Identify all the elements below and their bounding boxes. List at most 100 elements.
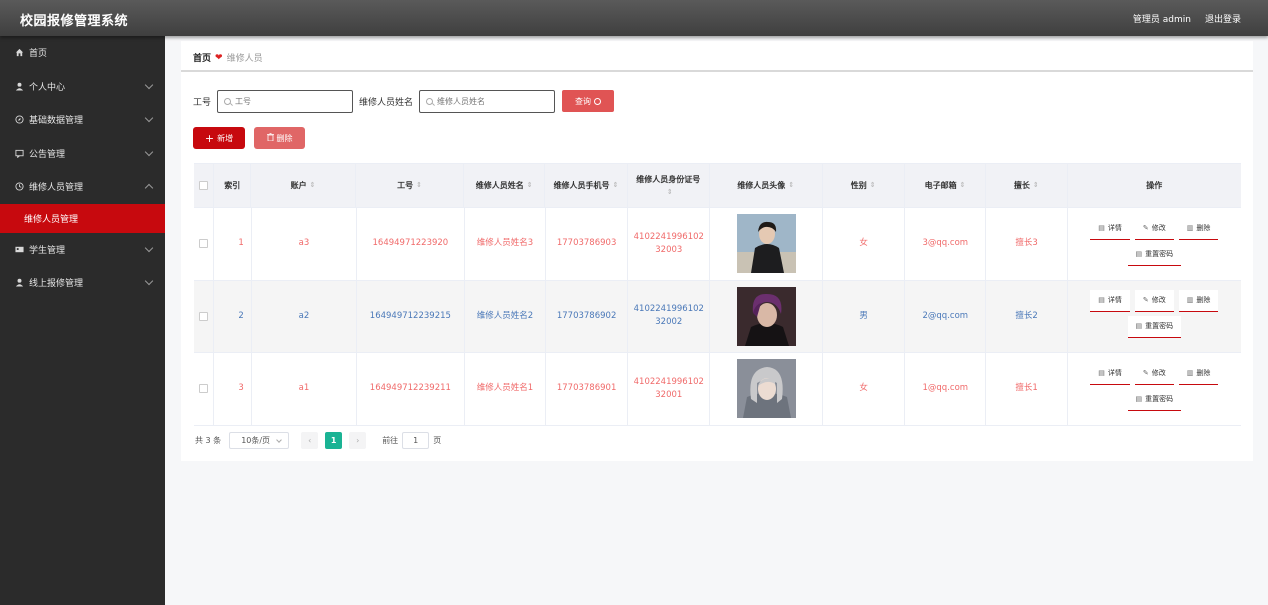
row-select-cell — [194, 280, 215, 352]
sidebar-item-online-repair[interactable]: 线上报修管理 — [0, 266, 165, 300]
user-icon — [14, 278, 24, 288]
sort-icon[interactable]: ⇕ — [870, 179, 876, 192]
cell-index: 1 — [214, 208, 252, 280]
sort-icon[interactable]: ⇕ — [667, 186, 673, 199]
next-page-button[interactable]: › — [349, 432, 367, 449]
detail-button[interactable]: ▤ 详情 — [1090, 217, 1130, 240]
message-icon — [14, 148, 24, 158]
cell-id-card: 410224199610232003 — [628, 208, 711, 280]
chevron-down-icon — [144, 147, 154, 156]
cell-name: 维修人员姓名2 — [465, 280, 547, 352]
sidebar: 首页 个人中心 基础数据管理 公告管理 维修人员管理 维修人员管理 学生管理 线… — [0, 36, 165, 605]
user-icon — [14, 81, 24, 91]
cell-phone: 17703786903 — [546, 208, 629, 280]
edit-button[interactable]: ✎ 修改 — [1134, 362, 1174, 385]
row-actions: ▤ 详情 ✎ 修改 ▥ 删除 ▤ 重置密码 — [1079, 290, 1229, 342]
delete-button[interactable]: ▥ 删除 — [1178, 290, 1219, 313]
employee-no-field[interactable] — [217, 89, 354, 113]
detail-button[interactable]: ▤ 详情 — [1090, 290, 1130, 313]
breadcrumb: 首页 ❤ 维修人员 — [193, 51, 263, 65]
app-title: 校园报修管理系统 — [20, 14, 129, 29]
edit-button[interactable]: ✎ 修改 — [1134, 290, 1174, 313]
column-header-id-card[interactable]: 维修人员身份证号 ⇕ — [628, 164, 710, 207]
chevron-down-icon — [144, 243, 154, 252]
sort-icon[interactable]: ⇕ — [960, 179, 966, 192]
column-header-label: 擅长 — [1013, 181, 1030, 190]
divider — [181, 70, 1253, 72]
column-header-email[interactable]: 电子邮箱 ⇕ — [905, 164, 987, 207]
sort-icon[interactable]: ⇕ — [1033, 179, 1039, 192]
cell-actions: ▤ 详情 ✎ 修改 ▥ 删除 ▤ 重置密码 — [1068, 281, 1241, 353]
detail-icon: ▤ — [1135, 394, 1143, 403]
select-all-checkbox[interactable] — [199, 181, 209, 190]
add-button-label: 新增 — [217, 133, 234, 143]
sidebar-item-personal-center[interactable]: 个人中心 — [0, 70, 165, 104]
column-header-avatar[interactable]: 维修人员头像 ⇕ — [710, 164, 823, 207]
column-header-name[interactable]: 维修人员姓名 ⇕ — [464, 164, 546, 207]
sidebar-item-students[interactable]: 学生管理 — [0, 233, 165, 267]
delete-label: 删除 — [1196, 368, 1211, 377]
chevron-up-icon — [144, 183, 154, 193]
prev-page-button[interactable]: ‹ — [301, 432, 319, 449]
cell-email: 1@qq.com — [905, 353, 987, 425]
row-checkbox[interactable] — [199, 239, 209, 249]
table-row: 2 a2 164949712239215 维修人员姓名2 17703786902… — [194, 280, 1241, 353]
reset-password-button[interactable]: ▤ 重置密码 — [1127, 243, 1182, 266]
edit-button[interactable]: ✎ 修改 — [1134, 217, 1174, 240]
staff-name-input[interactable] — [437, 96, 548, 106]
sort-icon[interactable]: ⇕ — [527, 179, 533, 192]
edit-icon: ✎ — [1142, 223, 1149, 232]
column-header-specialty[interactable]: 擅长 ⇕ — [986, 164, 1068, 207]
batch-delete-button[interactable]: 删除 — [254, 127, 305, 149]
row-checkbox[interactable] — [199, 384, 209, 394]
logout-link[interactable]: 退出登录 — [1205, 12, 1241, 25]
sort-icon[interactable]: ⇕ — [613, 179, 619, 192]
top-header: 校园报修管理系统 管理员 admin 退出登录 — [0, 0, 1268, 36]
cell-phone: 17703786901 — [546, 353, 629, 425]
sort-icon[interactable]: ⇕ — [310, 179, 316, 192]
row-select-cell — [194, 208, 215, 280]
sidebar-item-announcements[interactable]: 公告管理 — [0, 137, 165, 171]
delete-button[interactable]: ▥ 删除 — [1178, 217, 1219, 240]
column-header-label: 性别 — [850, 181, 867, 190]
cell-specialty: 擅长3 — [986, 208, 1068, 280]
sidebar-item-home[interactable]: 首页 — [0, 36, 165, 70]
column-header-account[interactable]: 账户 ⇕ — [251, 164, 357, 207]
column-header-employee-no[interactable]: 工号 ⇕ — [356, 164, 465, 207]
column-header-phone[interactable]: 维修人员手机号 ⇕ — [545, 164, 628, 207]
detail-button[interactable]: ▤ 详情 — [1090, 362, 1130, 385]
cell-gender: 女 — [823, 353, 906, 425]
row-checkbox[interactable] — [199, 311, 209, 321]
sort-icon[interactable]: ⇕ — [788, 179, 794, 192]
add-button[interactable]: + 新增 — [193, 127, 245, 149]
breadcrumb-current: 维修人员 — [226, 54, 263, 64]
breadcrumb-home[interactable]: 首页 — [193, 51, 211, 64]
reset-password-button[interactable]: ▤ 重置密码 — [1127, 388, 1182, 411]
clock-icon — [14, 182, 24, 192]
detail-icon: ▤ — [1135, 249, 1143, 258]
column-header-index: 索引 — [214, 164, 252, 207]
goto-page-input[interactable]: 1 — [402, 432, 430, 449]
sidebar-item-label: 线上报修管理 — [29, 279, 84, 290]
delete-button[interactable]: ▥ 删除 — [1178, 362, 1219, 385]
page-size-value: 10条/页 — [241, 436, 271, 445]
table-header: 索引 账户 ⇕ 工号 ⇕ 维修人员姓名 ⇕ 维修人员手机号 ⇕ 维修人员身份证号 ⇕ 维修… — [194, 164, 1241, 208]
delete-label: 删除 — [1196, 223, 1211, 232]
employee-no-input[interactable] — [235, 96, 346, 106]
sidebar-item-label: 公告管理 — [29, 149, 66, 160]
staff-name-field[interactable] — [419, 89, 556, 113]
submenu-item-repair-staff[interactable]: 维修人员管理 — [0, 203, 165, 233]
admin-label: 管理员 admin — [1132, 15, 1191, 25]
query-button[interactable]: 查询 — [562, 90, 615, 112]
reset-password-button[interactable]: ▤ 重置密码 — [1127, 316, 1182, 339]
page-number-current[interactable]: 1 — [325, 432, 343, 449]
page-size-select[interactable]: 10条/页 — [229, 432, 290, 449]
sort-icon[interactable]: ⇕ — [416, 179, 422, 192]
column-header-label: 账户 — [290, 181, 307, 190]
column-header-gender[interactable]: 性别 ⇕ — [823, 164, 905, 207]
pagination: 共 3 条 10条/页 ‹ 1 › 前往 1 页 — [195, 432, 441, 449]
sidebar-item-label: 维修人员管理 — [29, 183, 84, 194]
sidebar-item-repair-staff[interactable]: 维修人员管理 — [0, 170, 165, 204]
sidebar-item-basic-data[interactable]: 基础数据管理 — [0, 103, 165, 137]
cell-account: a2 — [252, 280, 357, 352]
